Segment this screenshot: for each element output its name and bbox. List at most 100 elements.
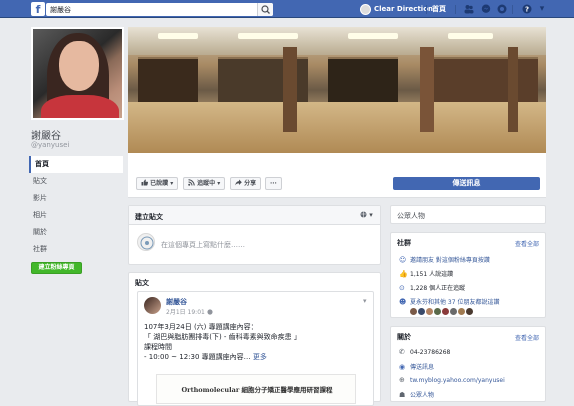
create-post-card: 建立貼文 ▾ 在這個專頁上寫點什麼……: [128, 205, 381, 265]
avatar[interactable]: [442, 307, 449, 315]
create-page-button[interactable]: 建立粉絲專頁: [31, 262, 82, 274]
cover-light: [348, 33, 398, 39]
create-post-title: 建立貼文: [135, 213, 163, 221]
posts-title: 貼文: [135, 279, 149, 287]
post-line: 107年3月24日 (六) 專題講座內容：: [144, 323, 258, 331]
messenger-icon: ◉: [399, 363, 406, 371]
send-message-link: 傳送訊息: [410, 364, 435, 371]
post-options-chevron-icon[interactable]: ▾: [363, 297, 367, 305]
send-message-row[interactable]: ◉ 傳送訊息: [399, 362, 434, 371]
page-username[interactable]: @yanyusei: [31, 141, 69, 149]
send-message-button[interactable]: 傳送訊息: [393, 177, 540, 190]
about-see-all-link[interactable]: 查看全部: [515, 333, 539, 342]
post-author-avatar[interactable]: [144, 297, 161, 314]
share-button[interactable]: 分享: [230, 177, 262, 190]
community-see-all-link[interactable]: 查看全部: [515, 239, 539, 248]
cover-light: [238, 33, 298, 39]
friends-avatars: [410, 307, 474, 315]
divider: [426, 5, 427, 14]
dropdown-icon[interactable]: ▾: [537, 4, 547, 14]
divider: [455, 5, 456, 14]
cover-shelf: [328, 57, 398, 102]
nav-item-posts[interactable]: 貼文: [29, 173, 123, 190]
about-card: 關於 查看全部 ✆ 04-23786268 ◉ 傳送訊息 ⊕ tw.myblog.ya…: [390, 326, 546, 402]
share-label: 分享: [244, 180, 257, 187]
post-image-caption: Orthomolecular 細胞分子矯正醫學應用研習課程: [181, 386, 333, 394]
cover-shelf: [428, 57, 538, 102]
divider: [512, 5, 513, 14]
friends-icon[interactable]: [464, 4, 474, 14]
search-button[interactable]: [257, 3, 273, 16]
home-link[interactable]: 首頁: [432, 3, 446, 15]
follow-icon: ⊙: [399, 284, 405, 292]
community-title: 社群: [397, 239, 411, 247]
facebook-logo[interactable]: f: [31, 2, 45, 16]
post-line: 課程時間: [144, 343, 172, 351]
post-timestamp[interactable]: 2月1日 19:01: [166, 307, 213, 316]
avatar[interactable]: [418, 307, 425, 315]
phone-row: ✆ 04-23786268: [399, 348, 450, 356]
search-icon: [261, 5, 270, 14]
follow-button[interactable]: 追蹤中 ▾: [183, 177, 226, 190]
post-date: 2月1日 19:01: [166, 309, 205, 316]
profile-picture-shirt: [41, 95, 119, 118]
website-row[interactable]: ⊕ tw.myblog.yahoo.com/yanyusei: [399, 376, 505, 384]
followers-count-row: ⊙ 1,228 個人正在追蹤: [399, 283, 465, 292]
post-card: 謝嚴谷 2月1日 19:01 ▾ 107年3月24日 (六) 專題講座內容： 「…: [137, 291, 374, 406]
nav-item-photos[interactable]: 相片: [29, 207, 123, 224]
category-card: 公眾人物: [390, 205, 546, 224]
page-action-bar: [128, 153, 546, 198]
post-author-name[interactable]: 謝嚴谷: [166, 297, 187, 307]
globe-icon: [360, 211, 367, 218]
avatar[interactable]: [426, 307, 433, 315]
post-line-text: - 10:00 ~ 12:30 專題講座內容…: [144, 353, 253, 361]
cover-photo[interactable]: [128, 27, 546, 153]
nav-item-home[interactable]: 首頁: [29, 156, 123, 173]
cover-pillar: [508, 47, 518, 132]
globe-icon: [207, 309, 213, 315]
rss-icon: [188, 179, 195, 186]
profile-picture[interactable]: [31, 27, 124, 120]
cover-light: [448, 33, 493, 39]
avatar[interactable]: [466, 307, 473, 315]
nav-item-community[interactable]: 社群: [29, 241, 123, 258]
person-icon: ☗: [399, 391, 406, 399]
page-navigation: 首頁 貼文 影片 相片 關於 社群: [29, 156, 123, 258]
avatar[interactable]: [410, 307, 417, 315]
invite-friends-text: 邀請朋友 對這個粉絲專頁按讚: [410, 257, 490, 264]
create-post-header: [129, 206, 380, 225]
cover-floor: [128, 102, 546, 153]
friends-like-icon: ☻: [399, 298, 407, 306]
post-line: - 10:00 ~ 12:30 專題講座內容… 更多: [144, 352, 369, 362]
avatar[interactable]: [458, 307, 465, 315]
help-icon[interactable]: ?: [522, 4, 532, 14]
nav-item-about[interactable]: 關於: [29, 224, 123, 241]
invite-icon: ☺: [399, 256, 407, 264]
see-more-link[interactable]: 更多: [253, 353, 267, 361]
like-icon: 👍: [399, 270, 408, 278]
profile-picture-face: [59, 41, 99, 91]
cover-shelf: [138, 57, 198, 102]
share-icon: [235, 179, 242, 186]
avatar[interactable]: [450, 307, 457, 315]
followers-count-text: 1,228 個人正在追蹤: [410, 285, 466, 292]
top-navigation-bar: f Clear Direction 首頁 ? ▾: [0, 0, 574, 18]
messages-icon[interactable]: [481, 4, 491, 14]
invite-friends-row[interactable]: ☺ 邀請朋友 對這個粉絲專頁按讚: [399, 255, 490, 264]
community-card: 社群 查看全部 ☺ 邀請朋友 對這個粉絲專頁按讚 👍 1,151 人說這讚 ⊙ 1,2…: [390, 232, 546, 318]
like-button[interactable]: 已說讚 ▾: [136, 177, 179, 190]
create-post-input[interactable]: 在這個專頁上寫點什麼……: [161, 240, 245, 250]
like-icon: [141, 179, 149, 186]
audience-selector[interactable]: ▾: [360, 211, 373, 219]
search-input[interactable]: [46, 3, 273, 16]
category-row[interactable]: ☗ 公眾人物: [399, 390, 434, 399]
page-category[interactable]: 公眾人物: [397, 211, 425, 221]
user-profile-link[interactable]: Clear Direction: [360, 3, 433, 15]
friends-like-text: 夏永芬和其他 37 位朋友都說這讚: [410, 299, 500, 306]
nav-item-videos[interactable]: 影片: [29, 190, 123, 207]
avatar[interactable]: [434, 307, 441, 315]
friends-like-row[interactable]: ☻ 夏永芬和其他 37 位朋友都說這讚: [399, 297, 499, 306]
notifications-icon[interactable]: [497, 4, 507, 14]
more-options-button[interactable]: ···: [265, 177, 282, 190]
about-title: 關於: [397, 333, 411, 341]
